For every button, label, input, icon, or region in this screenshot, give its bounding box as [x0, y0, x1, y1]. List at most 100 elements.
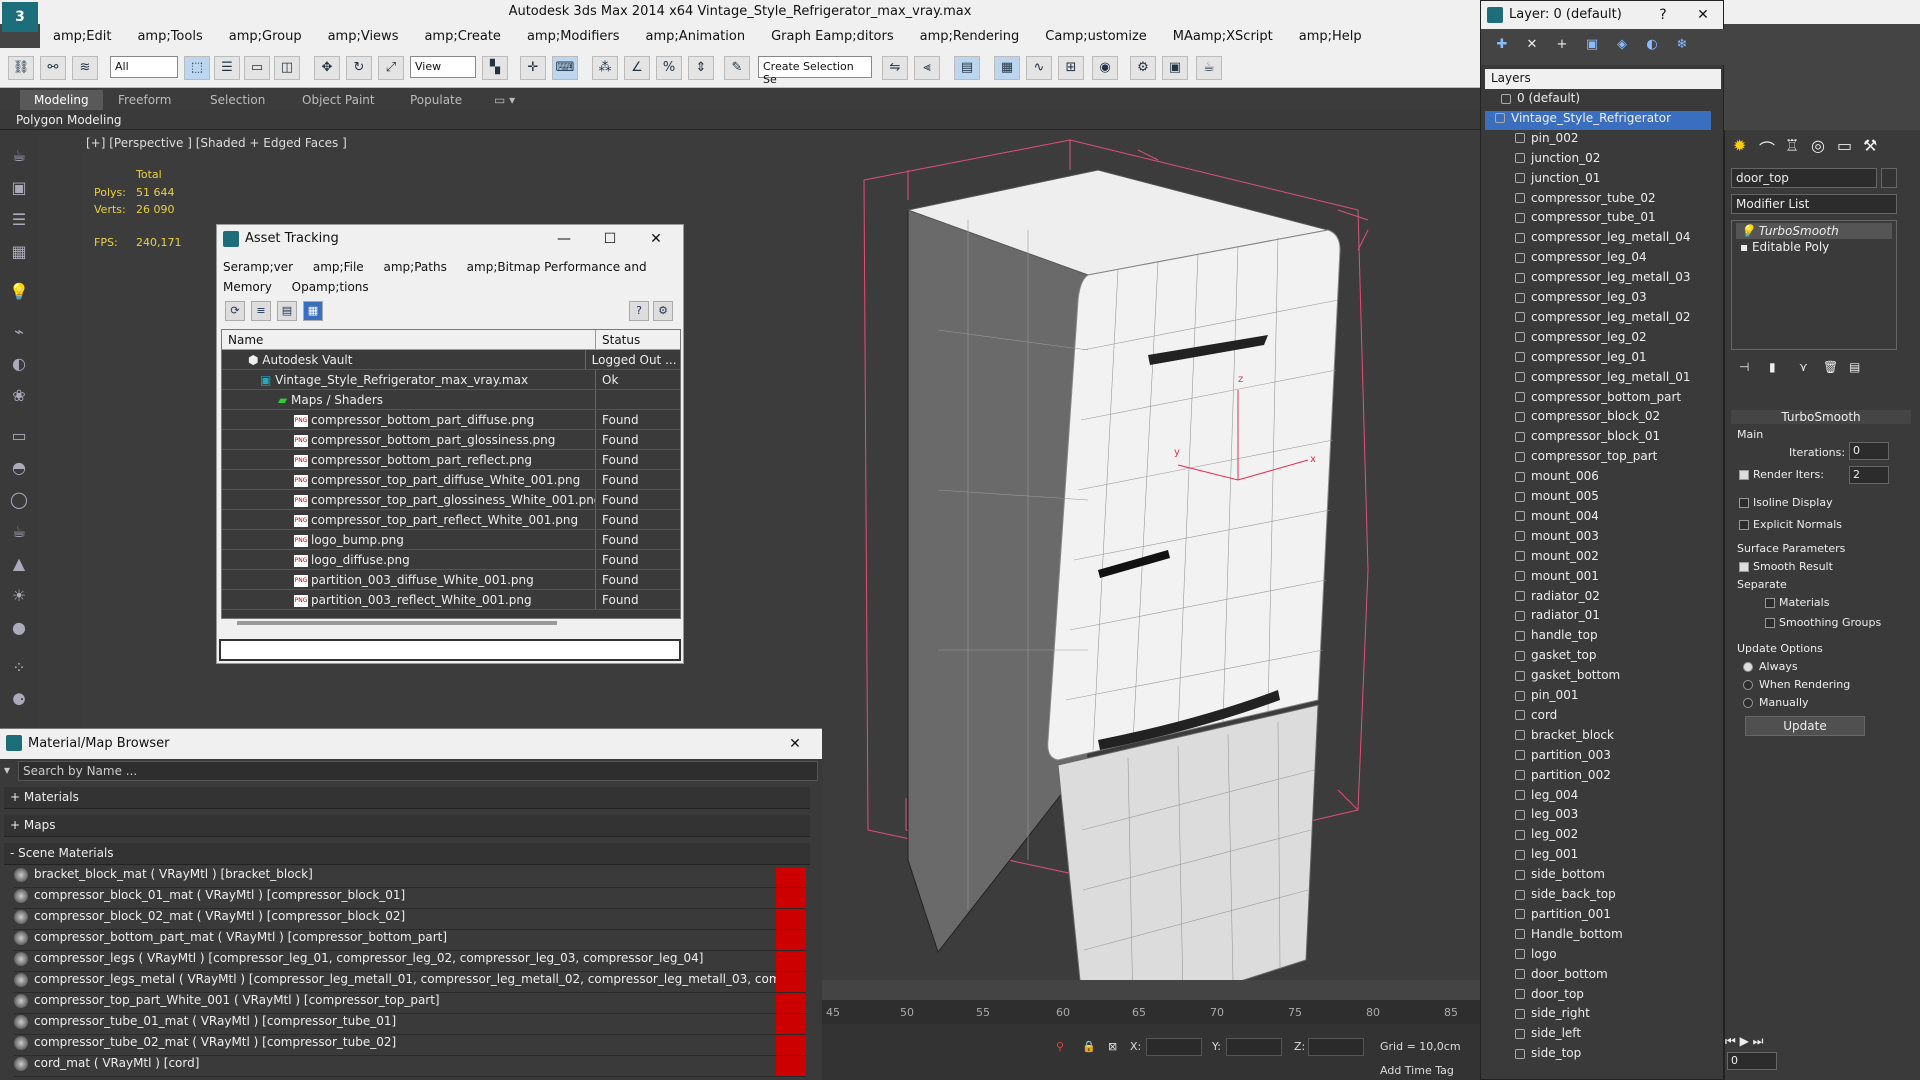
- camera-icon[interactable]: ⌁: [6, 320, 32, 344]
- table-row[interactable]: ▣ Vintage_Style_Refrigerator_max_vray.ma…: [222, 370, 680, 390]
- layer-object-row[interactable]: door_top: [1491, 987, 1711, 1006]
- scale-icon[interactable]: ⤢: [378, 56, 404, 80]
- modifier-list-dropdown[interactable]: Modifier List: [1731, 194, 1897, 214]
- smoothing-groups-checkbox[interactable]: [1765, 618, 1775, 628]
- configure-sets-icon[interactable]: ▤: [1849, 360, 1860, 374]
- menu-create[interactable]: amp;Create: [411, 29, 513, 44]
- z-coordinate-field[interactable]: [1308, 1038, 1364, 1056]
- layer-object-row[interactable]: compressor_block_01: [1491, 429, 1711, 448]
- add-to-layer-icon[interactable]: +: [1551, 37, 1573, 57]
- material-browser-titlebar[interactable]: Material/Map Browser ✕: [0, 729, 822, 759]
- asset-path-input[interactable]: [219, 639, 681, 661]
- make-unique-icon[interactable]: ⋎: [1799, 360, 1808, 374]
- layer-object-row[interactable]: junction_01: [1491, 171, 1711, 190]
- render-setup-icon[interactable]: ⚙: [1130, 56, 1156, 80]
- pin-stack-icon[interactable]: ⊣: [1739, 360, 1749, 374]
- menu-options[interactable]: Opamp;tions: [292, 280, 369, 294]
- iterations-spinner[interactable]: 0: [1849, 442, 1889, 460]
- asset-tracking-titlebar[interactable]: Asset Tracking — ☐ ✕: [217, 225, 683, 253]
- grid-icon[interactable]: ▦: [6, 240, 32, 264]
- turbosmooth-rollout-title[interactable]: TurboSmooth: [1731, 410, 1911, 424]
- rendered-frame-window-icon[interactable]: ▣: [1162, 56, 1188, 80]
- menu-file[interactable]: amp;File: [313, 260, 364, 274]
- layer-object-row[interactable]: leg_002: [1491, 827, 1711, 846]
- particles-icon[interactable]: ⁘: [6, 656, 32, 680]
- lock-icon[interactable]: 🔒: [1082, 1040, 1096, 1053]
- layer-manager-icon[interactable]: ▤: [954, 56, 980, 80]
- detail-view-icon[interactable]: ▤: [277, 301, 297, 321]
- stack-item-editable-poly[interactable]: ▪ Editable Poly: [1736, 239, 1892, 255]
- layer-object-row[interactable]: compressor_leg_metall_03: [1491, 270, 1711, 289]
- ribbon-options-icon[interactable]: ▭ ▾: [480, 90, 529, 110]
- close-icon[interactable]: ✕: [772, 729, 818, 759]
- smooth-result-checkbox[interactable]: [1739, 562, 1749, 572]
- col-status-header[interactable]: Status: [596, 330, 646, 349]
- section-scene-materials[interactable]: - Scene Materials: [4, 843, 810, 865]
- menu-paths[interactable]: amp;Paths: [384, 260, 447, 274]
- layer-object-row[interactable]: leg_003: [1491, 807, 1711, 826]
- select-manipulate-icon[interactable]: ✛: [520, 56, 546, 80]
- light-icon[interactable]: 💡: [6, 280, 32, 304]
- list-item[interactable]: compressor_tube_02_mat ( VRayMtl ) [comp…: [14, 1035, 806, 1056]
- layer-object-row[interactable]: compressor_leg_metall_04: [1491, 230, 1711, 249]
- close-icon[interactable]: ✕: [633, 225, 679, 253]
- layer-object-row[interactable]: door_bottom: [1491, 967, 1711, 986]
- highlight-layer-icon[interactable]: ◈: [1611, 37, 1633, 57]
- layers-header[interactable]: Layers: [1485, 69, 1721, 89]
- key-icon[interactable]: ⚲: [1056, 1040, 1064, 1053]
- polygon-modeling-label[interactable]: Polygon Modeling: [16, 113, 122, 127]
- material-search-input[interactable]: Search by Name ...: [18, 761, 818, 781]
- layer-object-row[interactable]: mount_006: [1491, 469, 1711, 488]
- select-objects-icon[interactable]: ▣: [1581, 37, 1603, 57]
- layer-object-row[interactable]: side_top: [1491, 1046, 1711, 1065]
- list-item[interactable]: compressor_legs ( VRayMtl ) [compressor_…: [14, 951, 806, 972]
- layer-object-row[interactable]: compressor_leg_03: [1491, 290, 1711, 309]
- layer-object-row[interactable]: cord: [1491, 708, 1711, 727]
- sphere-icon[interactable]: ◓: [6, 456, 32, 480]
- show-end-result-icon[interactable]: ▮: [1769, 360, 1776, 374]
- close-icon[interactable]: ✕: [1683, 1, 1723, 29]
- layer-object-row[interactable]: side_bottom: [1491, 867, 1711, 886]
- table-row[interactable]: PNG compressor_bottom_part_reflect.png Fou…: [222, 450, 680, 470]
- layer-object-row[interactable]: pin_002: [1491, 131, 1711, 150]
- keyboard-shortcut-icon[interactable]: ⌨: [552, 56, 578, 80]
- menu-help[interactable]: amp;Help: [1286, 29, 1375, 44]
- layer-row[interactable]: Vintage_Style_Refrigerator: [1485, 110, 1711, 130]
- layer-row[interactable]: 0 (default): [1491, 91, 1711, 110]
- layer-help-button[interactable]: ?: [1643, 1, 1683, 29]
- selection-filter-dropdown[interactable]: All: [110, 56, 178, 78]
- layer-object-row[interactable]: compressor_leg_metall_01: [1491, 370, 1711, 389]
- schematic-view-icon[interactable]: ⊞: [1058, 56, 1084, 80]
- create-layer-icon[interactable]: ✚: [1491, 37, 1513, 57]
- list-item[interactable]: compressor_tube_01_mat ( VRayMtl ) [comp…: [14, 1014, 806, 1035]
- layer-object-row[interactable]: compressor_tube_01: [1491, 210, 1711, 229]
- dynamics-icon[interactable]: ⚈: [6, 688, 32, 712]
- section-materials[interactable]: + Materials: [4, 787, 810, 809]
- layer-panel-titlebar[interactable]: Layer: 0 (default) ? ✕: [1481, 1, 1723, 29]
- layer-object-row[interactable]: partition_003: [1491, 748, 1711, 767]
- viewport-label[interactable]: [+] [Perspective ] [Shaded + Edged Faces…: [86, 136, 347, 150]
- layer-object-row[interactable]: compressor_bottom_part: [1491, 390, 1711, 409]
- sun-icon[interactable]: ☀: [6, 584, 32, 608]
- helper-icon[interactable]: ◐: [6, 352, 32, 376]
- modify-tab-icon[interactable]: ⌒: [1759, 136, 1775, 160]
- plane-icon[interactable]: ▭: [6, 424, 32, 448]
- utilities-tab-icon[interactable]: ⚒: [1863, 136, 1877, 155]
- menu-modifiers[interactable]: amp;Modifiers: [514, 29, 633, 44]
- layer-object-row[interactable]: compressor_tube_02: [1491, 191, 1711, 210]
- when-rendering-radio[interactable]: [1743, 680, 1753, 690]
- layer-object-row[interactable]: mount_005: [1491, 489, 1711, 508]
- rotate-icon[interactable]: ↻: [346, 56, 372, 80]
- tab-selection[interactable]: Selection: [196, 90, 279, 110]
- reference-coord-dropdown[interactable]: View: [410, 56, 476, 78]
- x-coordinate-field[interactable]: [1146, 1038, 1202, 1056]
- link-icon[interactable]: ⛓: [8, 56, 34, 80]
- y-coordinate-field[interactable]: [1226, 1038, 1282, 1056]
- hierarchy-tab-icon[interactable]: ♖: [1785, 136, 1799, 155]
- cone-icon[interactable]: ▲: [6, 552, 32, 576]
- table-row[interactable]: PNG compressor_top_part_glossiness_White_…: [222, 490, 680, 510]
- list-item[interactable]: compressor_block_01_mat ( VRayMtl ) [com…: [14, 888, 806, 909]
- table-row[interactable]: PNG compressor_bottom_part_glossiness.png…: [222, 430, 680, 450]
- layer-object-row[interactable]: side_back_top: [1491, 887, 1711, 906]
- select-by-name-icon[interactable]: ☰: [214, 56, 240, 80]
